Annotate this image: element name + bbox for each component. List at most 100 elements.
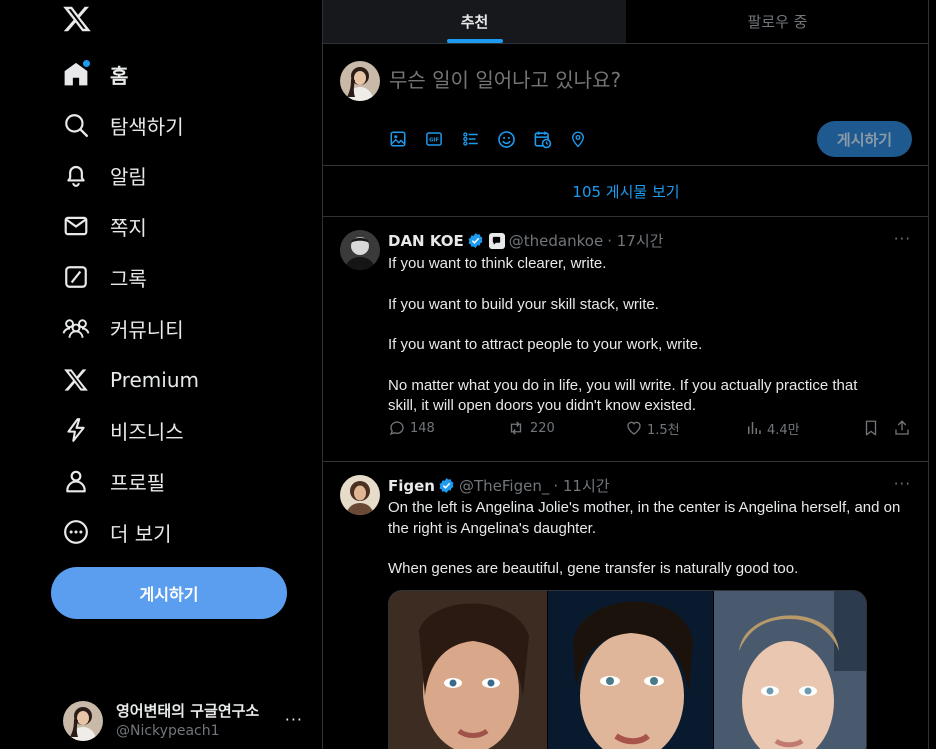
tweet-paragraph: When genes are beautiful, gene transfer …	[388, 560, 799, 577]
timeline-tabs: 추천 팔로우 중	[323, 0, 929, 44]
repost-icon	[510, 421, 522, 435]
nav-item-home[interactable]: 홈	[62, 56, 128, 92]
tweet-header: DAN KOE @thedankoe · 17시간	[388, 230, 663, 251]
tweet-author-name[interactable]: DAN KOE	[388, 232, 464, 250]
x-logo-icon[interactable]	[62, 4, 92, 34]
profile-icon	[62, 467, 90, 495]
reply-count: 148	[410, 420, 435, 436]
tweet-author-avatar[interactable]	[340, 230, 380, 270]
nav-label-messages: 쪽지	[110, 215, 147, 240]
nav-item-profile[interactable]: 프로필	[62, 463, 165, 499]
affiliate-badge-icon	[488, 232, 505, 249]
tweet-timestamp[interactable]: · 11시간	[553, 475, 609, 496]
notification-dot	[83, 60, 90, 67]
tweet-photo-right[interactable]	[714, 591, 866, 749]
tweet-paragraph: If you want to attract people to your wo…	[388, 336, 703, 353]
reply-button[interactable]: 148	[388, 419, 435, 437]
nav-item-explore[interactable]: 탐색하기	[62, 107, 184, 143]
tweet-media[interactable]	[388, 590, 867, 749]
svg-text:GIF: GIF	[429, 138, 439, 144]
tweet[interactable]: DAN KOE @thedankoe · 17시간 ··· If you wan…	[323, 218, 929, 462]
verified-badge-icon	[468, 233, 483, 248]
reply-icon	[389, 421, 404, 436]
communities-icon	[62, 314, 90, 342]
nav-item-business[interactable]: 비즈니스	[62, 412, 184, 448]
tweet-paragraph: If you want to build your skill stack, w…	[388, 295, 659, 313]
nav-label-notifications: 알림	[110, 164, 147, 189]
nav-item-messages[interactable]: 쪽지	[62, 208, 147, 244]
share-button[interactable]	[893, 419, 911, 437]
nav-label-premium: Premium	[110, 368, 199, 392]
like-count: 1.5천	[647, 422, 680, 438]
bookmark-button[interactable]	[862, 419, 880, 437]
tweet-text: If you want to think clearer, write. If …	[388, 254, 888, 417]
tab-for-you[interactable]: 추천	[323, 0, 626, 43]
verified-badge-icon	[439, 478, 454, 493]
tab-following[interactable]: 팔로우 중	[626, 0, 929, 43]
show-new-posts-button[interactable]: 105 게시물 보기	[323, 167, 929, 217]
active-tab-indicator	[446, 39, 503, 43]
tweet-paragraph: On the left is Angelina Jolie's mother, …	[388, 499, 901, 537]
tweet-more-icon[interactable]: ···	[894, 475, 911, 493]
nav-item-notifications[interactable]: 알림	[62, 157, 147, 193]
poll-icon[interactable]	[461, 128, 497, 150]
account-switcher[interactable]: 영어변태의 구글연구소 @Nickypeach1 ···	[63, 698, 313, 744]
tweet-author-handle[interactable]: @TheFigen_	[459, 477, 549, 495]
compose-input[interactable]	[389, 68, 889, 92]
nav-label-home: 홈	[110, 63, 129, 88]
repost-button[interactable]: 220	[506, 419, 555, 437]
nav-label-explore: 탐색하기	[110, 114, 184, 139]
repost-count: 220	[530, 420, 555, 436]
more-circle-icon	[62, 518, 90, 546]
tweet-text: On the left is Angelina Jolie's mother, …	[388, 498, 908, 580]
home-icon	[62, 60, 90, 88]
right-edge	[929, 0, 936, 749]
nav-item-more[interactable]: 더 보기	[62, 514, 172, 550]
nav-item-communities[interactable]: 커뮤니티	[62, 310, 184, 346]
tweet-photo-left[interactable]	[389, 591, 547, 749]
nav-label-communities: 커뮤니티	[110, 317, 184, 342]
location-icon[interactable]	[569, 128, 605, 150]
tweet-author-avatar[interactable]	[340, 475, 380, 515]
main-timeline: 추천 팔로우 중 GIF	[322, 0, 929, 749]
tweet-photo-center[interactable]	[548, 591, 713, 749]
nav-label-profile: 프로필	[110, 470, 166, 495]
views-icon	[748, 422, 761, 434]
tab-following-label: 팔로우 중	[747, 13, 808, 31]
nav-item-grok[interactable]: 그록	[62, 259, 147, 295]
account-more-icon[interactable]: ···	[285, 710, 303, 729]
tweet-more-icon[interactable]: ···	[894, 230, 911, 248]
account-name: 영어변태의 구글연구소	[116, 702, 260, 720]
tweet-timestamp[interactable]: · 17시간	[607, 230, 663, 251]
view-count: 4.4만	[767, 422, 800, 438]
schedule-icon[interactable]	[533, 128, 569, 150]
avatar	[63, 701, 103, 741]
gif-icon[interactable]: GIF	[425, 128, 461, 150]
composer-toolbar: GIF	[389, 128, 605, 150]
search-icon	[62, 111, 90, 139]
grok-icon	[62, 263, 90, 291]
emoji-icon[interactable]	[497, 128, 533, 150]
lightning-icon	[62, 416, 90, 444]
views-button[interactable]: 4.4만	[745, 419, 800, 438]
nav-label-more: 더 보기	[110, 521, 172, 546]
bookmark-icon	[865, 420, 877, 436]
x-premium-icon	[62, 366, 90, 394]
tweet-author-name[interactable]: Figen	[388, 477, 435, 495]
tab-for-you-label: 추천	[460, 13, 489, 31]
heart-icon	[627, 421, 641, 435]
like-button[interactable]: 1.5천	[625, 419, 680, 438]
account-handle: @Nickypeach1	[116, 723, 220, 739]
share-icon	[895, 420, 909, 435]
tweet-paragraph: No matter what you do in life, you will …	[388, 376, 858, 415]
tweet-author-handle[interactable]: @thedankoe	[509, 232, 603, 250]
nav-label-grok: 그록	[110, 266, 147, 291]
post-button[interactable]: 게시하기	[51, 567, 287, 619]
compose-post-button[interactable]: 게시하기	[817, 121, 912, 157]
composer: GIF 게시하기	[323, 44, 929, 166]
nav-item-premium[interactable]: Premium	[62, 362, 199, 398]
bell-icon	[62, 161, 90, 189]
image-icon[interactable]	[389, 128, 425, 150]
avatar	[340, 61, 380, 101]
tweet-header: Figen @TheFigen_ · 11시간	[388, 475, 610, 496]
